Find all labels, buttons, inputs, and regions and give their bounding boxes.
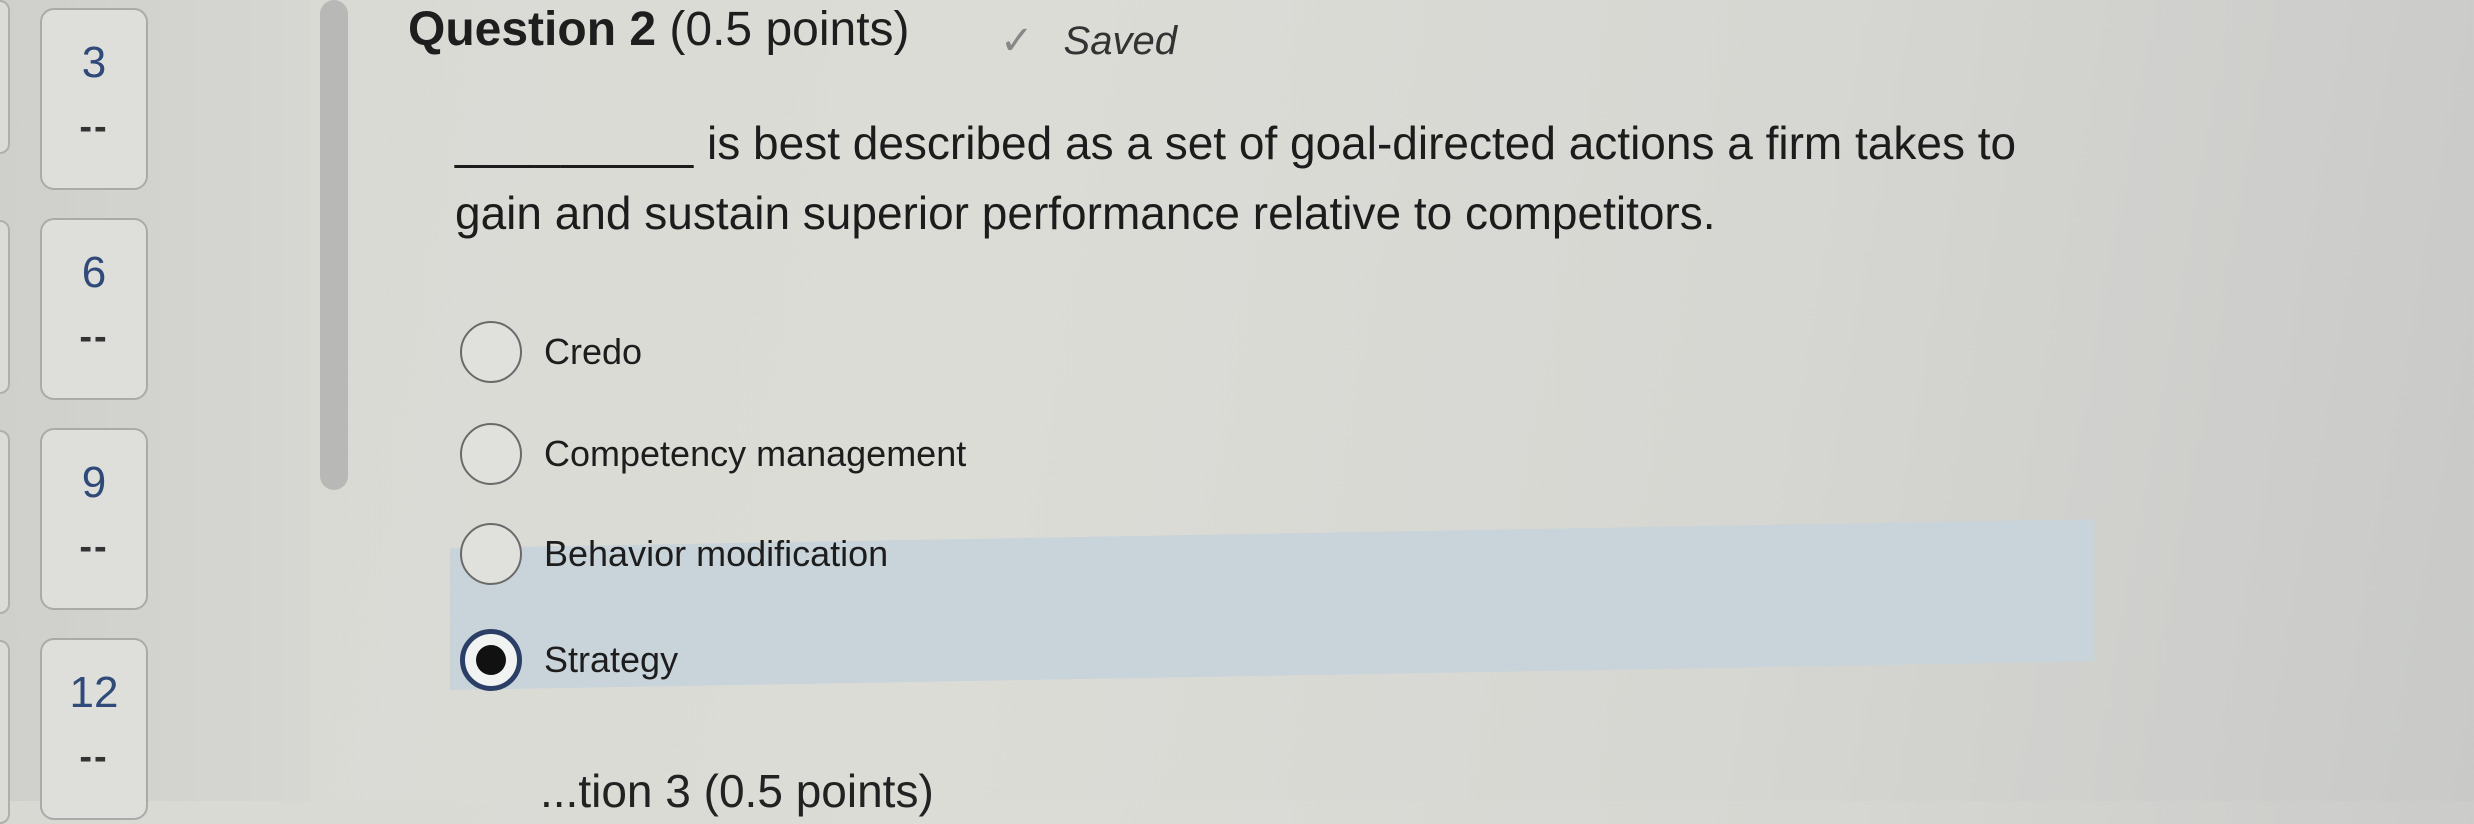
nav-item-status: -- <box>79 526 109 568</box>
nav-item-question-3[interactable]: 3 -- <box>40 8 148 190</box>
nav-item-status: -- <box>79 106 109 148</box>
nav-item-edge <box>0 0 10 154</box>
nav-item-number: 3 <box>81 38 107 87</box>
nav-item-number: 6 <box>81 248 107 297</box>
scrollbar-thumb[interactable] <box>320 0 348 490</box>
radio-button[interactable] <box>460 321 522 383</box>
option-strategy[interactable]: Strategy <box>460 624 678 696</box>
option-competency-management[interactable]: Competency management <box>460 418 966 490</box>
nav-item-status: -- <box>79 316 109 358</box>
option-label: Strategy <box>544 639 679 680</box>
nav-item-question-6[interactable]: 6 -- <box>40 218 148 400</box>
option-label: Credo <box>544 331 643 372</box>
question-title: Question 2 (0.5 points) <box>408 2 910 57</box>
nav-item-status: -- <box>79 736 109 778</box>
nav-item-question-9[interactable]: 9 -- <box>40 428 148 610</box>
option-credo[interactable]: Credo <box>460 316 642 388</box>
saved-label: Saved <box>1063 19 1177 63</box>
next-question-title: ...tion 3 (0.5 points) <box>540 765 934 817</box>
question-text: _________ is best described as a set of … <box>455 108 2095 248</box>
nav-item-edge <box>0 220 10 394</box>
radio-button[interactable] <box>460 423 522 485</box>
nav-item-edge <box>0 640 10 824</box>
question-points: (0.5 points) <box>669 3 910 56</box>
option-label: Competency management <box>544 433 967 474</box>
radio-button-selected[interactable] <box>460 629 522 691</box>
nav-item-question-12[interactable]: 12 -- <box>40 638 148 820</box>
radio-button[interactable] <box>460 523 522 585</box>
option-label: Behavior modification <box>544 533 889 574</box>
question-blank: _________ <box>455 117 695 169</box>
question-number: Question 2 <box>408 3 657 56</box>
question-navigation-panel: 3 -- 6 -- 9 -- 12 -- <box>0 0 310 824</box>
nav-item-edge <box>0 430 10 614</box>
nav-item-number: 9 <box>81 458 107 507</box>
check-icon: ✓ <box>1000 19 1034 63</box>
nav-item-number: 12 <box>69 668 119 717</box>
option-behavior-modification[interactable]: Behavior modification <box>460 518 888 590</box>
saved-status: ✓ Saved <box>1000 18 1177 64</box>
